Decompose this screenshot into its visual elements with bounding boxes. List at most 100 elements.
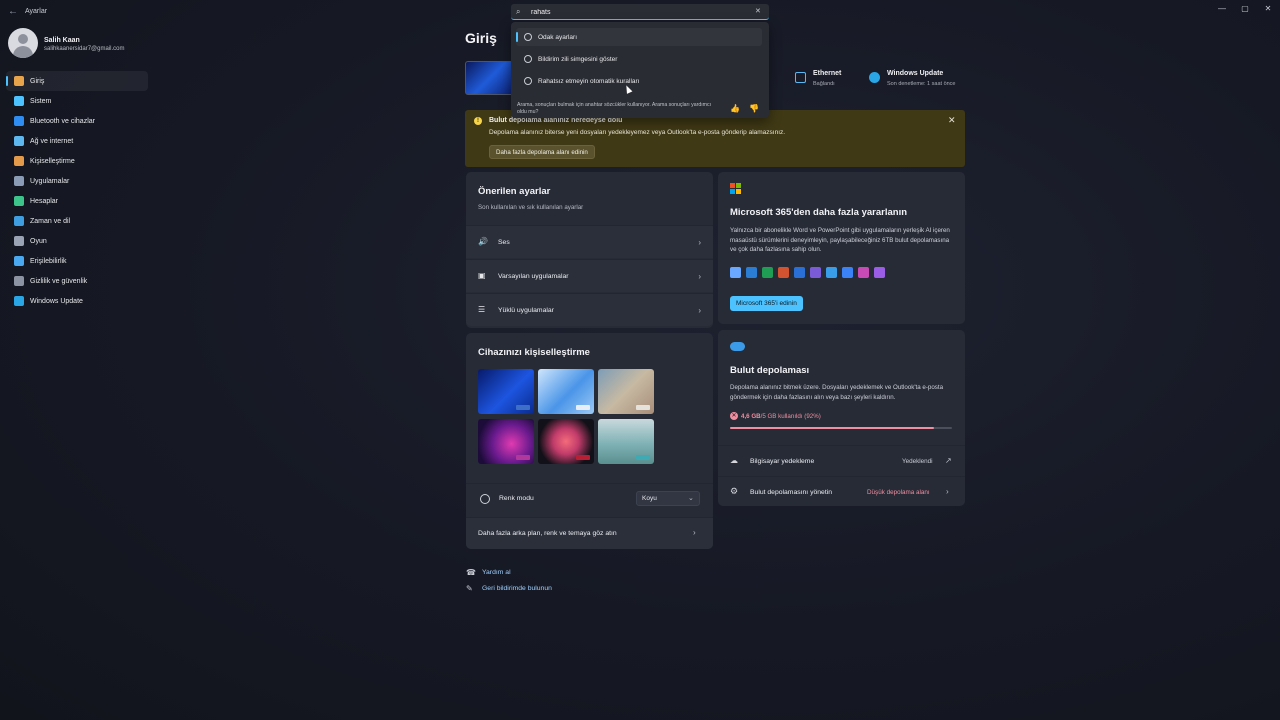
ethernet-status: Bağlandı: [813, 81, 835, 87]
wallpaper-thumbnail[interactable]: [538, 419, 594, 464]
sidebar-item-label: Sistem: [30, 97, 52, 105]
defender-icon: [842, 267, 853, 278]
sidebar-item[interactable]: Giriş: [6, 71, 148, 91]
storage-progress-bar: [730, 427, 952, 429]
sidebar-item[interactable]: Sistem: [6, 91, 148, 111]
ethernet-title[interactable]: Ethernet: [813, 70, 841, 77]
low-storage-status: Düşük depolama alanı: [867, 489, 930, 496]
warning-icon: ✕: [730, 412, 738, 420]
copilot-icon: [730, 267, 741, 278]
get-help-link[interactable]: Yardım al: [482, 569, 511, 576]
search-result-label: Odak ayarları: [538, 33, 578, 41]
storage-usage-text: 4,6 GB/5 GB kullanıldı (92%): [741, 413, 821, 420]
get-more-storage-button[interactable]: Daha fazla depolama alanı edinin: [489, 145, 595, 159]
thumbs-down-icon[interactable]: 👎: [749, 104, 759, 113]
sidebar-item[interactable]: Oyun: [6, 231, 148, 251]
back-arrow-icon[interactable]: ←: [6, 5, 20, 19]
clipchamp-icon: [874, 267, 885, 278]
sidebar-item[interactable]: Ağ ve internet: [6, 131, 148, 151]
storage-warning-banner: ! Bulut depolama alanınız neredeyse dolu…: [465, 110, 965, 167]
search-result-item[interactable]: Odak ayarları: [516, 28, 762, 46]
maximize-button[interactable]: ▢: [1235, 3, 1255, 15]
sidebar-item-label: Erişilebilirlik: [30, 257, 67, 265]
more-themes-link: Daha fazla arka plan, renk ve temaya göz…: [478, 530, 617, 537]
color-mode-value: Koyu: [642, 495, 657, 502]
sidebar-item-label: Gizlilik ve güvenlik: [30, 277, 88, 285]
gear-icon: ⚙: [730, 486, 739, 496]
speaker-icon: 🔊: [478, 237, 488, 246]
thumbs-up-icon[interactable]: 👍: [730, 104, 740, 113]
wallpaper-thumbnail[interactable]: [598, 419, 654, 464]
accessibility-icon: [14, 256, 24, 266]
banner-text: Depolama alanınız biterse yeni dosyaları…: [489, 129, 786, 136]
recommended-setting-row[interactable]: ☰ Yüklü uygulamalar ›: [466, 293, 713, 326]
color-mode-select[interactable]: Koyu ⌄: [636, 491, 700, 506]
recommended-setting-label: Yüklü uygulamalar: [498, 306, 554, 314]
search-input[interactable]: [531, 6, 751, 18]
recommended-settings-card: Önerilen ayarlar Son kullanılan ve sık k…: [466, 172, 713, 328]
chevron-right-icon: ›: [693, 528, 696, 537]
cloud-storage-card: Bulut depolaması Depolama alanınız bitme…: [718, 330, 965, 506]
sidebar-item[interactable]: Zaman ve dil: [6, 211, 148, 231]
page-title: Giriş: [465, 30, 497, 46]
pc-backup-label: Bilgisayar yedekleme: [750, 458, 815, 465]
color-mode-label: Renk modu: [499, 495, 534, 502]
wallpaper-thumbnail[interactable]: [478, 369, 534, 414]
give-feedback-link[interactable]: Geri bildirimde bulunun: [482, 585, 552, 592]
sidebar-nav: Giriş Sistem Bluetooth ve cihazlar Ağ ve in…: [6, 71, 148, 311]
app-title: Ayarlar: [25, 8, 48, 15]
manage-storage-row[interactable]: ⚙ Bulut depolamasını yönetin Düşük depol…: [718, 476, 965, 506]
home-icon: [14, 76, 24, 86]
device-wallpaper-thumbnail[interactable]: [465, 61, 515, 95]
shield-icon: [14, 276, 24, 286]
palette-icon: [480, 494, 490, 504]
search-result-label: Bildirim zili simgesini göster: [538, 55, 618, 63]
default-apps-icon: ▣: [478, 271, 486, 280]
clear-search-icon[interactable]: ✕: [755, 7, 761, 15]
banner-title: Bulut depolama alanınız neredeyse dolu: [489, 117, 623, 124]
chevron-right-icon: ›: [698, 237, 701, 247]
wallpaper-thumbnail[interactable]: [478, 419, 534, 464]
search-result-item[interactable]: Bildirim zili simgesini göster: [516, 50, 762, 68]
outlook-icon: [794, 267, 805, 278]
onedrive-icon: [826, 267, 837, 278]
avatar[interactable]: [8, 28, 38, 58]
minimize-button[interactable]: —: [1212, 3, 1232, 15]
close-button[interactable]: ✕: [1258, 3, 1278, 15]
sidebar-item-label: Kişiselleştirme: [30, 157, 75, 165]
sidebar-item[interactable]: Uygulamalar: [6, 171, 148, 191]
more-themes-row[interactable]: Daha fazla arka plan, renk ve temaya göz…: [466, 517, 713, 549]
pc-backup-row[interactable]: ☁ Bilgisayar yedekleme Yedeklendi ↗: [718, 445, 965, 475]
search-results-dropdown: Odak ayarları Bildirim zili simgesini gös…: [511, 22, 769, 118]
search-feedback-text: Arama, sonuçları bulmak için anahtar söz…: [517, 102, 712, 115]
sidebar-item-label: Ağ ve internet: [30, 137, 74, 145]
chevron-right-icon: ›: [946, 487, 949, 496]
sidebar-item-label: Oyun: [30, 237, 47, 245]
recommended-setting-row[interactable]: ▣ Varsayılan uygulamalar ›: [466, 259, 713, 292]
sidebar-item[interactable]: Hesaplar: [6, 191, 148, 211]
feedback-icon: ✎: [466, 584, 473, 593]
sidebar-item-label: Giriş: [30, 77, 45, 85]
get-m365-button[interactable]: Microsoft 365'i edinin: [730, 296, 803, 311]
m365-title: Microsoft 365'den daha fazla yararlanın: [730, 207, 908, 218]
recommended-title: Önerilen ayarlar: [478, 186, 551, 197]
windows-update-title[interactable]: Windows Update: [887, 70, 943, 77]
sidebar-item[interactable]: Windows Update: [6, 291, 148, 311]
pc-backup-status: Yedeklendi: [902, 458, 933, 465]
search-result-item[interactable]: Rahatsız etmeyin otomatik kuralları: [516, 72, 762, 90]
recommended-setting-row[interactable]: 🔊 Ses ›: [466, 225, 713, 258]
sidebar-item[interactable]: Erişilebilirlik: [6, 251, 148, 271]
search-icon: ⌕: [516, 7, 521, 16]
sidebar-item[interactable]: Bluetooth ve cihazlar: [6, 111, 148, 131]
chevron-right-icon: ›: [698, 305, 701, 315]
recommended-setting-label: Ses: [498, 238, 510, 246]
wallpaper-thumbnail[interactable]: [598, 369, 654, 414]
close-icon[interactable]: ✕: [948, 115, 956, 126]
m365-app-icons: [730, 267, 890, 278]
sidebar-item[interactable]: Kişiselleştirme: [6, 151, 148, 171]
sidebar-item[interactable]: Gizlilik ve güvenlik: [6, 271, 148, 291]
designer-icon: [858, 267, 869, 278]
wallpaper-thumbnail[interactable]: [538, 369, 594, 414]
onedrive-icon: [730, 342, 745, 351]
search-box[interactable]: ⌕ ✕: [511, 4, 769, 20]
